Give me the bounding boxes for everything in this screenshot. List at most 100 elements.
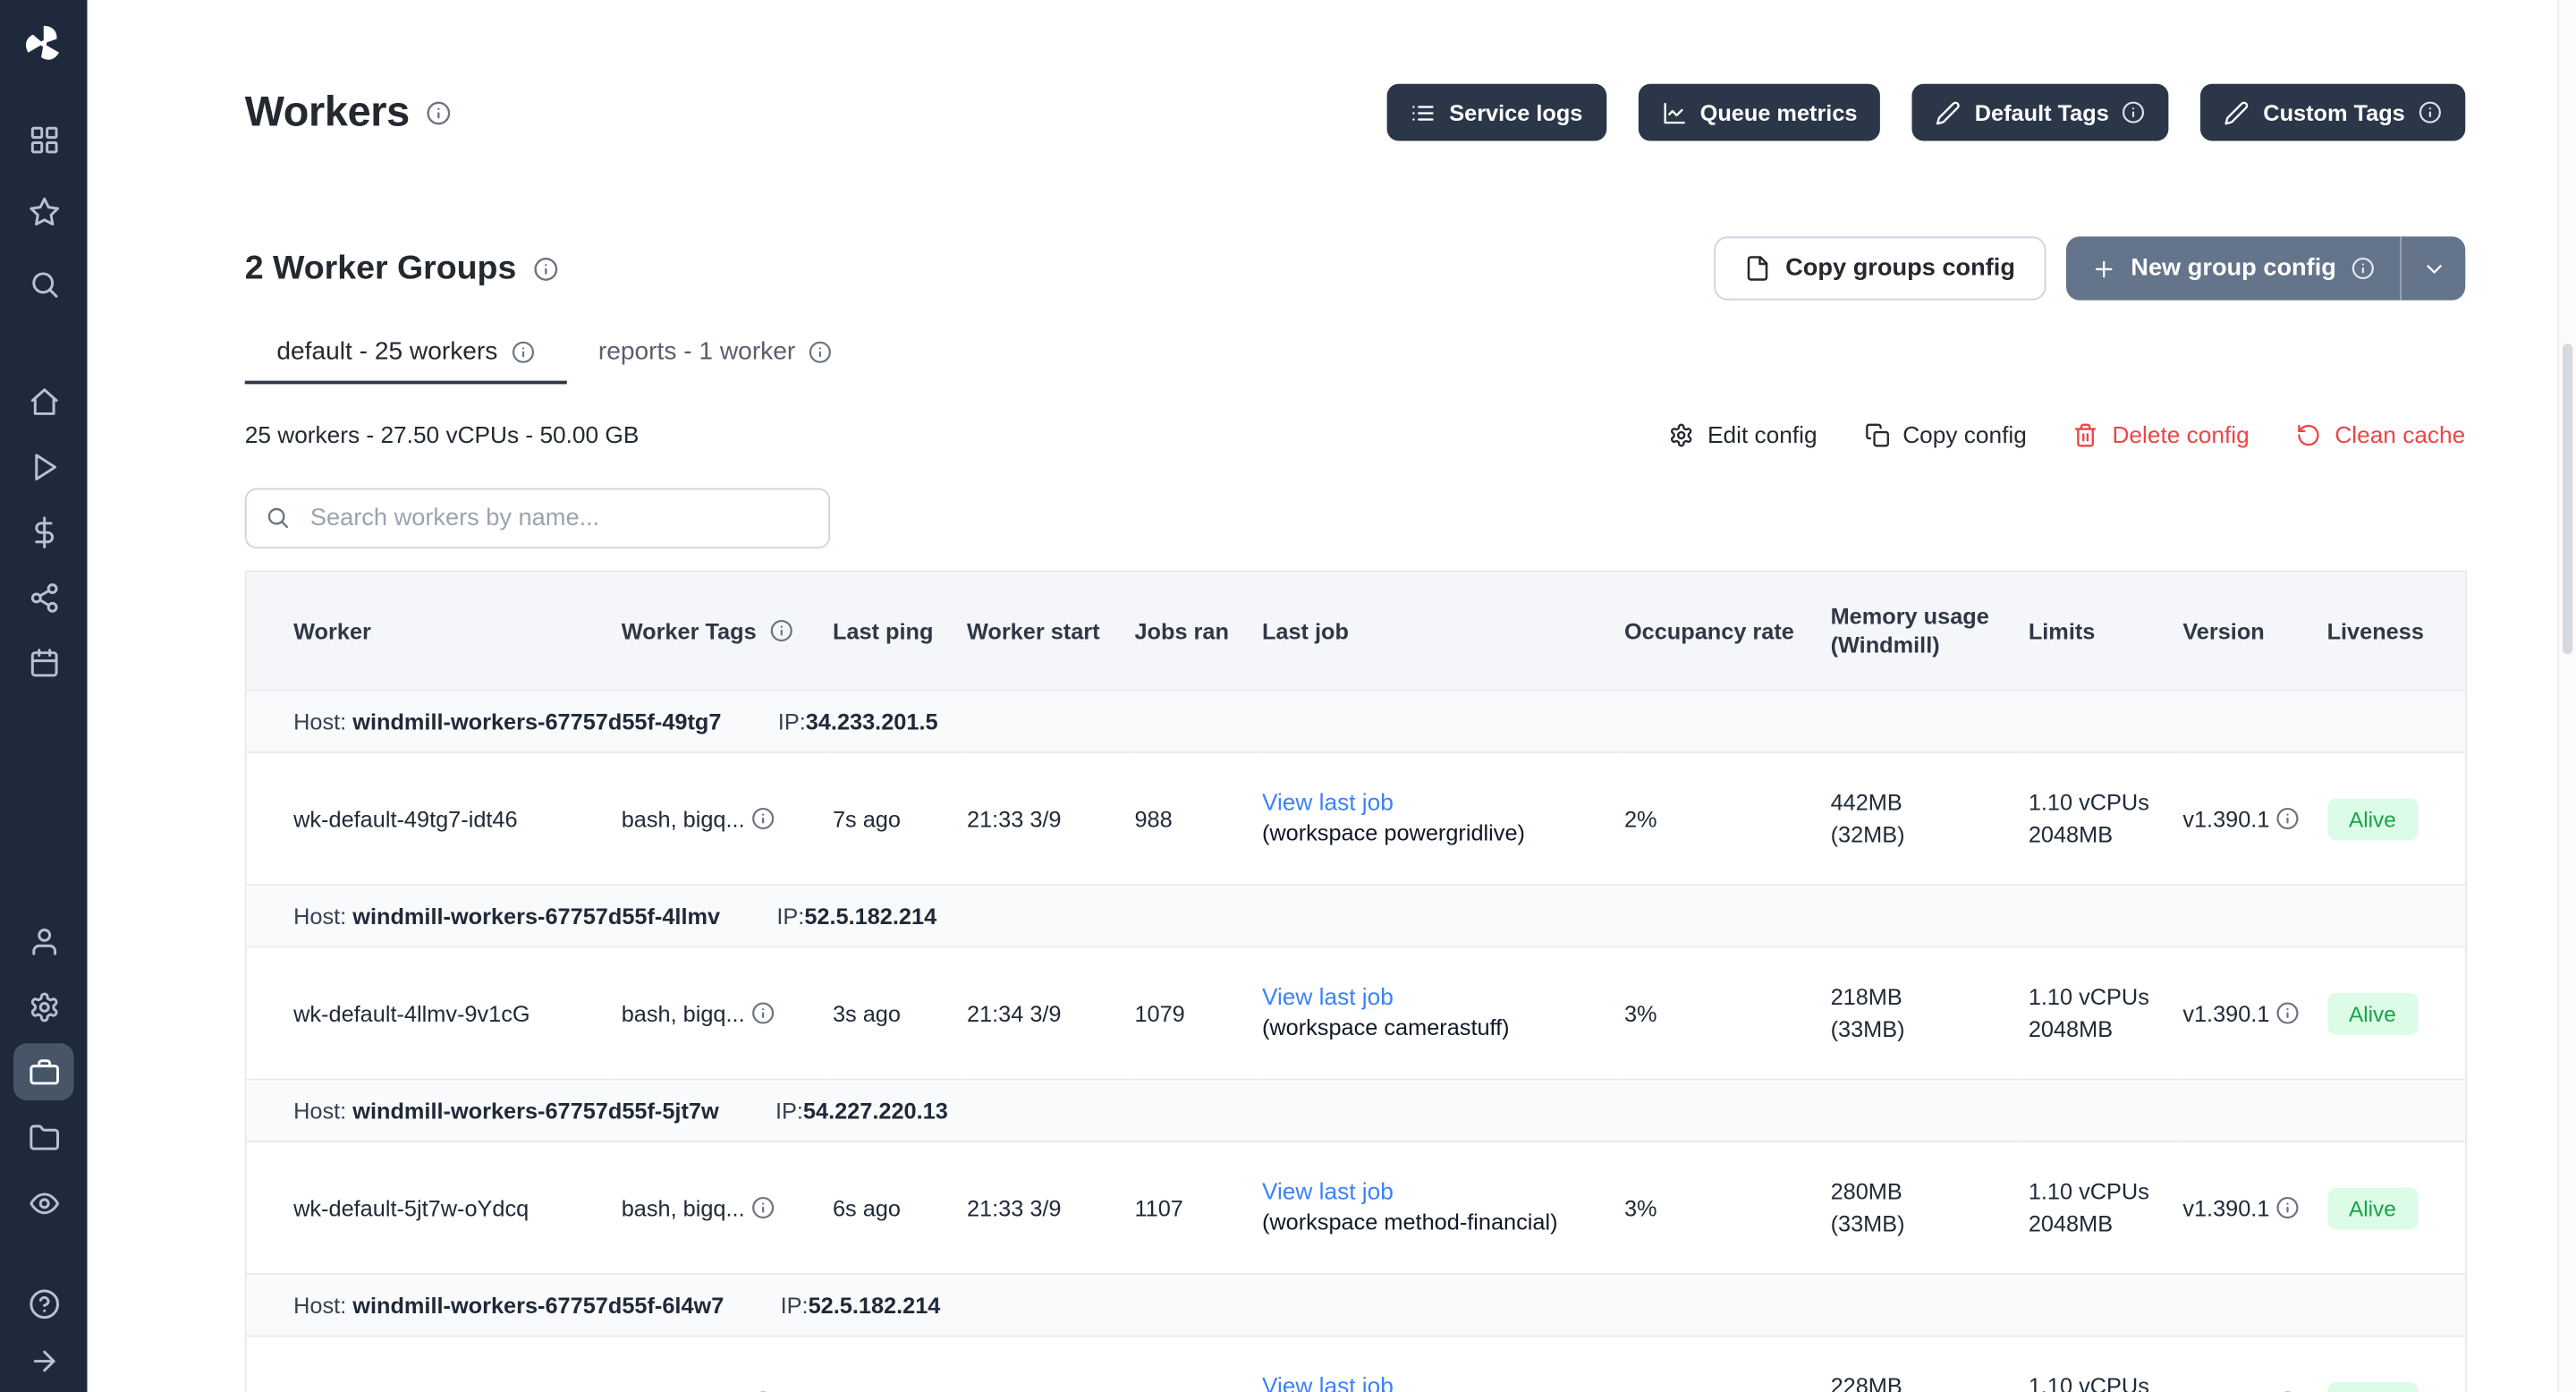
help-icon: [28, 1287, 60, 1320]
clean-cache-button[interactable]: Clean cache: [2296, 421, 2465, 448]
sidebar-item-search[interactable]: [13, 255, 74, 312]
info-icon[interactable]: [533, 256, 558, 281]
scrollbar-thumb[interactable]: [2563, 344, 2572, 654]
liveness-badge: Alive: [2327, 1381, 2419, 1392]
new-group-config-label: New group config: [2131, 255, 2336, 282]
file-icon: [1743, 255, 1770, 282]
worker-name: wk-default-4llmv-9v1cG: [246, 946, 615, 1079]
star-icon: [28, 195, 60, 227]
sidebar-item-workspace[interactable]: [13, 111, 74, 168]
sidebar-item-resources[interactable]: [13, 569, 74, 626]
last-job-workspace: (workspace method-financial): [1262, 1208, 1611, 1238]
view-last-job-link[interactable]: View last job: [1262, 788, 1394, 815]
sidebar-expand[interactable]: [13, 1336, 74, 1386]
info-icon: [511, 340, 534, 363]
sidebar-item-users[interactable]: [13, 912, 74, 970]
limits: 1.10 vCPUs 2048MB: [2021, 1142, 2176, 1274]
tab-reports-label: reports - 1 worker: [598, 337, 795, 366]
group-summary-row: 25 workers - 27.50 vCPUs - 50.00 GB Edit…: [245, 421, 2466, 448]
sidebar-item-variables[interactable]: [13, 504, 74, 561]
host-name: windmill-workers-67757d55f-5jt7w: [352, 1098, 718, 1123]
info-icon[interactable]: [751, 806, 775, 829]
ip-label: IP:: [775, 1098, 803, 1123]
tab-reports[interactable]: reports - 1 worker: [566, 327, 864, 385]
host-row: Host: windmill-workers-67757d55f-5jt7w I…: [246, 1080, 2467, 1142]
sidebar-item-runs[interactable]: [13, 437, 74, 495]
col-worker-start: Worker start: [960, 571, 1128, 690]
worker-tags: bash, bigq...: [622, 1195, 745, 1220]
info-icon[interactable]: [2276, 1000, 2300, 1023]
scrollbar[interactable]: [2557, 0, 2576, 1392]
worker-name: wk-default-5jt7w-oYdcq: [246, 1142, 615, 1274]
gear-icon: [1669, 422, 1694, 447]
sidebar-item-folders[interactable]: [13, 1108, 74, 1166]
sidebar-item-workers[interactable]: [13, 1043, 74, 1100]
queue-metrics-button[interactable]: Queue metrics: [1638, 84, 1880, 141]
sidebar-item-audit-logs[interactable]: [13, 1175, 74, 1232]
delete-config-button[interactable]: Delete config: [2073, 421, 2249, 448]
host-ip: 52.5.182.214: [804, 904, 936, 929]
info-icon[interactable]: [427, 100, 452, 125]
view-last-job-link[interactable]: View last job: [1262, 1372, 1394, 1392]
worker-search: [245, 488, 830, 549]
copy-icon: [1864, 422, 1889, 447]
worker-row: wk-default-6l4w7-XwBaC bash, bigq... 2s …: [246, 1336, 2467, 1392]
play-icon: [28, 450, 60, 482]
new-group-config-main[interactable]: New group config: [2065, 236, 2400, 300]
sidebar-item-settings[interactable]: [13, 978, 74, 1035]
copy-config-button[interactable]: Copy config: [1864, 421, 2027, 448]
edit-config-button[interactable]: Edit config: [1669, 421, 1818, 448]
tab-default[interactable]: default - 25 workers: [245, 327, 567, 385]
info-icon[interactable]: [2276, 806, 2300, 829]
memory-usage: 218MB (33MB): [1824, 946, 2021, 1079]
new-group-config-button[interactable]: New group config: [2065, 236, 2465, 300]
worker-name: wk-default-6l4w7-XwBaC: [246, 1336, 615, 1392]
view-last-job-link[interactable]: View last job: [1262, 1177, 1394, 1204]
default-tags-button[interactable]: Default Tags: [1912, 84, 2169, 141]
sidebar-item-home[interactable]: [13, 372, 74, 429]
col-worker-tags: Worker Tags: [614, 571, 826, 690]
worker-start: 21:34 3/9: [960, 946, 1128, 1079]
custom-tags-label: Custom Tags: [2263, 100, 2404, 125]
list-icon: [1411, 100, 1436, 125]
trash-icon: [2073, 422, 2098, 447]
info-icon[interactable]: [2276, 1195, 2300, 1218]
last-ping: 2s ago: [826, 1336, 960, 1392]
copy-groups-config-button[interactable]: Copy groups config: [1714, 236, 2046, 300]
view-last-job-link[interactable]: View last job: [1262, 983, 1394, 1010]
workers-page: Workers Service logs Queue metrics Defau…: [0, 0, 2576, 1392]
search-icon: [28, 267, 60, 300]
col-worker: Worker: [246, 571, 615, 690]
worker-start: 21:33 3/9: [960, 752, 1128, 885]
info-icon[interactable]: [751, 1195, 775, 1218]
info-icon: [2351, 257, 2375, 280]
jobs-ran: 988: [1128, 752, 1256, 885]
col-version: Version: [2176, 571, 2320, 690]
pencil-icon: [1936, 100, 1962, 125]
host-label: Host:: [293, 709, 346, 734]
config-actions: Edit config Copy config Delete config Cl…: [1669, 421, 2465, 448]
col-occupancy: Occupancy rate: [1617, 571, 1824, 690]
sidebar-item-schedules[interactable]: [13, 634, 74, 692]
sidebar-group-main: [13, 372, 74, 691]
worker-row: wk-default-5jt7w-oYdcq bash, bigq... 6s …: [246, 1142, 2467, 1274]
limits: 1.10 vCPUs 2048MB: [2021, 946, 2176, 1079]
service-logs-button[interactable]: Service logs: [1387, 84, 1606, 141]
liveness-badge: Alive: [2327, 798, 2419, 840]
col-jobs-ran: Jobs ran: [1128, 571, 1256, 690]
search-input[interactable]: [245, 488, 830, 549]
ip-label: IP:: [778, 709, 806, 734]
info-icon[interactable]: [751, 1000, 775, 1023]
last-job-workspace: (workspace camerastuff): [1262, 1014, 1611, 1044]
col-limits: Limits: [2021, 571, 2176, 690]
host-row: Host: windmill-workers-67757d55f-6l4w7 I…: [246, 1274, 2467, 1336]
memory-usage: 442MB (32MB): [1824, 752, 2021, 885]
windmill-logo[interactable]: [0, 0, 88, 88]
custom-tags-button[interactable]: Custom Tags: [2201, 84, 2465, 141]
new-group-config-dropdown[interactable]: [2402, 236, 2465, 300]
sidebar-item-help[interactable]: [13, 1278, 74, 1328]
info-icon[interactable]: [769, 618, 792, 641]
info-icon: [809, 340, 832, 363]
group-summary: 25 workers - 27.50 vCPUs - 50.00 GB: [245, 421, 640, 448]
sidebar-item-favorites[interactable]: [13, 182, 74, 240]
